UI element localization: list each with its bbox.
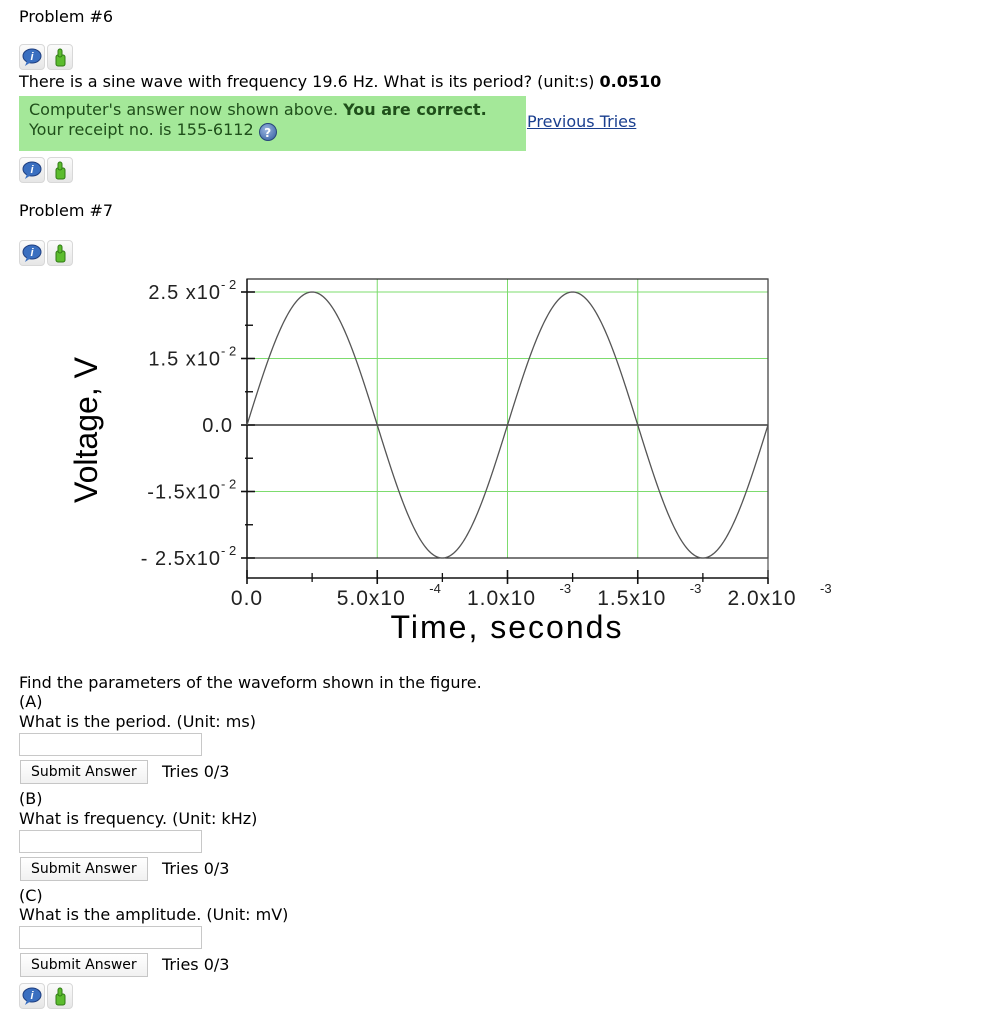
part-a-answer-input[interactable]: [19, 733, 202, 756]
x-tick-label: 2.0x10: [727, 587, 796, 610]
part-c-question: What is the amplitude. (Unit: mV): [19, 905, 289, 924]
y-tick-label: -1.5x10: [147, 482, 221, 504]
part-c-submit-button[interactable]: Submit Answer: [20, 953, 148, 977]
part-b-question: What is frequency. (Unit: kHz): [19, 809, 258, 828]
x-axis-label: Time, seconds: [391, 609, 624, 645]
waveform-chart: 2.5 x10- 21.5 x10- 20.0-1.5x10- 2- 2.5x1…: [68, 277, 832, 645]
y-tick-label: - 2.5x10: [141, 548, 221, 570]
part-a-question: What is the period. (Unit: ms): [19, 712, 256, 731]
x-tick-exponent: -3: [560, 581, 572, 596]
part-a-label: (A): [19, 692, 43, 711]
info-speech-bubble-icon[interactable]: i: [19, 983, 45, 1009]
y-tick-label: 2.5 x10: [148, 282, 221, 304]
part-c-label: (C): [19, 886, 43, 905]
y-tick-exponent: - 2: [221, 543, 236, 558]
y-tick-exponent: - 2: [221, 477, 236, 492]
x-tick-label: 5.0x10: [337, 587, 406, 610]
y-tick-exponent: - 2: [221, 277, 236, 292]
y-tick-label: 0.0: [202, 415, 233, 437]
part-a-tries: Tries 0/3: [162, 762, 230, 781]
part-c-tries: Tries 0/3: [162, 955, 230, 974]
part-b-tries: Tries 0/3: [162, 859, 230, 878]
problem-7-bottom-icon-bar: i: [19, 983, 73, 1009]
part-a-submit-button[interactable]: Submit Answer: [20, 760, 148, 784]
y-axis-label: Voltage, V: [68, 356, 104, 503]
x-tick-label: 1.0x10: [467, 587, 536, 610]
part-b-submit-button[interactable]: Submit Answer: [20, 857, 148, 881]
thumbs-up-icon[interactable]: [47, 983, 73, 1009]
x-tick-exponent: -3: [690, 581, 702, 596]
part-b-label: (B): [19, 789, 43, 808]
part-c-answer-input[interactable]: [19, 926, 202, 949]
x-tick-exponent: -3: [820, 581, 832, 596]
problem-7-intro: Find the parameters of the waveform show…: [19, 673, 482, 692]
y-tick-label: 1.5 x10: [148, 349, 221, 371]
x-tick-label: 0.0: [231, 587, 263, 610]
x-tick-label: 1.5x10: [597, 587, 666, 610]
x-tick-exponent: -4: [429, 581, 441, 596]
y-tick-exponent: - 2: [221, 344, 236, 359]
part-b-answer-input[interactable]: [19, 830, 202, 853]
